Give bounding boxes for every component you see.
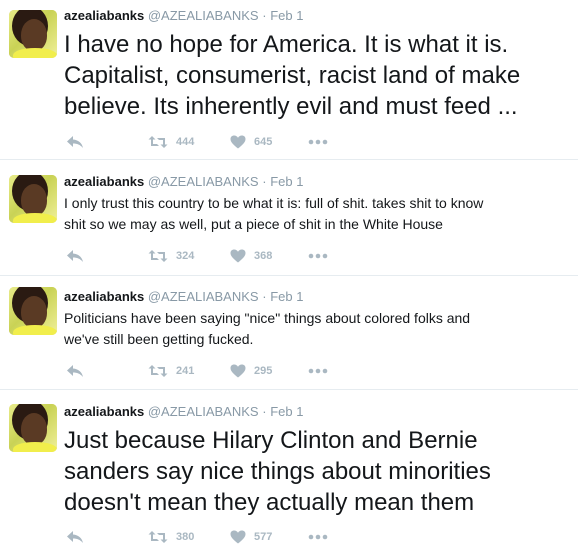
retweet-icon <box>148 531 168 543</box>
heart-icon <box>230 364 246 378</box>
tweet[interactable]: azealiabanks @AZEALIABANKS · Feb 1 I onl… <box>0 160 578 276</box>
separator: · <box>262 404 267 419</box>
tweet-date[interactable]: Feb 1 <box>270 404 303 419</box>
retweet-icon <box>148 136 168 148</box>
tweet-text-line: Politicians have been saying "nice" thin… <box>64 310 471 326</box>
tweet-date[interactable]: Feb 1 <box>270 174 303 189</box>
retweet-button[interactable]: 324 <box>148 249 194 263</box>
display-name[interactable]: azealiabanks <box>64 289 144 304</box>
tweet-text-line: we've still been getting fucked. <box>64 331 254 347</box>
more-dots-icon <box>308 534 328 540</box>
reply-button[interactable] <box>66 364 84 378</box>
tweet[interactable]: azealiabanks @AZEALIABANKS · Feb 1 Just … <box>0 390 578 549</box>
retweet-button[interactable]: 380 <box>148 530 194 544</box>
like-count: 577 <box>254 531 273 543</box>
tweet[interactable]: azealiabanks @AZEALIABANKS · Feb 1 Polit… <box>0 276 578 390</box>
tweet-text-line: believe. Its inherently evil and must fe… <box>64 93 518 120</box>
user-handle[interactable]: @AZEALIABANKS <box>148 404 259 419</box>
reply-arrow-icon <box>67 531 83 543</box>
tweet-header: azealiabanks @AZEALIABANKS · Feb 1 <box>64 289 303 305</box>
like-count: 368 <box>254 250 273 262</box>
separator: · <box>262 8 267 23</box>
tweet-text-line: I have no hope for America. It is what i… <box>64 31 509 58</box>
like-count: 645 <box>254 136 273 148</box>
reply-arrow-icon <box>67 365 83 377</box>
reply-arrow-icon <box>67 250 83 262</box>
tweet[interactable]: azealiabanks @AZEALIABANKS · Feb 1 I hav… <box>0 0 578 160</box>
user-handle[interactable]: @AZEALIABANKS <box>148 174 259 189</box>
heart-icon <box>230 249 246 263</box>
tweet-text-line: shit so we may as well, put a piece of s… <box>64 216 443 232</box>
avatar[interactable] <box>9 287 57 335</box>
like-button[interactable]: 368 <box>230 249 272 263</box>
like-count: 295 <box>254 365 273 377</box>
user-handle[interactable]: @AZEALIABANKS <box>148 289 259 304</box>
like-button[interactable]: 295 <box>230 364 272 378</box>
reply-arrow-icon <box>67 136 83 148</box>
display-name[interactable]: azealiabanks <box>64 8 144 23</box>
more-dots-icon <box>308 139 328 145</box>
tweet-text-line: Just because Hilary Clinton and Bernie <box>64 427 478 454</box>
more-button[interactable] <box>308 249 328 266</box>
more-dots-icon <box>308 253 328 259</box>
reply-button[interactable] <box>66 249 84 263</box>
more-button[interactable] <box>308 135 328 152</box>
like-button[interactable]: 645 <box>230 135 272 149</box>
retweet-button[interactable]: 241 <box>148 364 194 378</box>
retweet-icon <box>148 365 168 377</box>
avatar[interactable] <box>9 10 57 58</box>
retweet-count: 380 <box>176 531 195 543</box>
retweet-count: 324 <box>176 250 195 262</box>
more-button[interactable] <box>308 364 328 381</box>
display-name[interactable]: azealiabanks <box>64 174 144 189</box>
heart-icon <box>230 135 246 149</box>
tweet-header: azealiabanks @AZEALIABANKS · Feb 1 <box>64 8 303 24</box>
tweet-text-line: doesn't mean they actually mean them <box>64 489 475 516</box>
separator: · <box>262 289 267 304</box>
retweet-count: 444 <box>176 136 195 148</box>
separator: · <box>262 174 267 189</box>
tweet-text-line: I only trust this country to be what it … <box>64 195 484 211</box>
tweet-date[interactable]: Feb 1 <box>270 8 303 23</box>
tweet-text-line: Capitalist, consumerist, racist land of … <box>64 62 521 89</box>
tweet-header: azealiabanks @AZEALIABANKS · Feb 1 <box>64 404 303 420</box>
user-handle[interactable]: @AZEALIABANKS <box>148 8 259 23</box>
like-button[interactable]: 577 <box>230 530 272 544</box>
more-dots-icon <box>308 368 328 374</box>
heart-icon <box>230 530 246 544</box>
tweet-date[interactable]: Feb 1 <box>270 289 303 304</box>
display-name[interactable]: azealiabanks <box>64 404 144 419</box>
tweet-text-line: sanders say nice things about minorities <box>64 458 491 485</box>
retweet-icon <box>148 250 168 262</box>
retweet-button[interactable]: 444 <box>148 135 194 149</box>
tweet-header: azealiabanks @AZEALIABANKS · Feb 1 <box>64 174 303 190</box>
avatar[interactable] <box>9 404 57 452</box>
reply-button[interactable] <box>66 135 84 149</box>
more-button[interactable] <box>308 530 328 547</box>
retweet-count: 241 <box>176 365 195 377</box>
reply-button[interactable] <box>66 530 84 544</box>
avatar[interactable] <box>9 175 57 223</box>
